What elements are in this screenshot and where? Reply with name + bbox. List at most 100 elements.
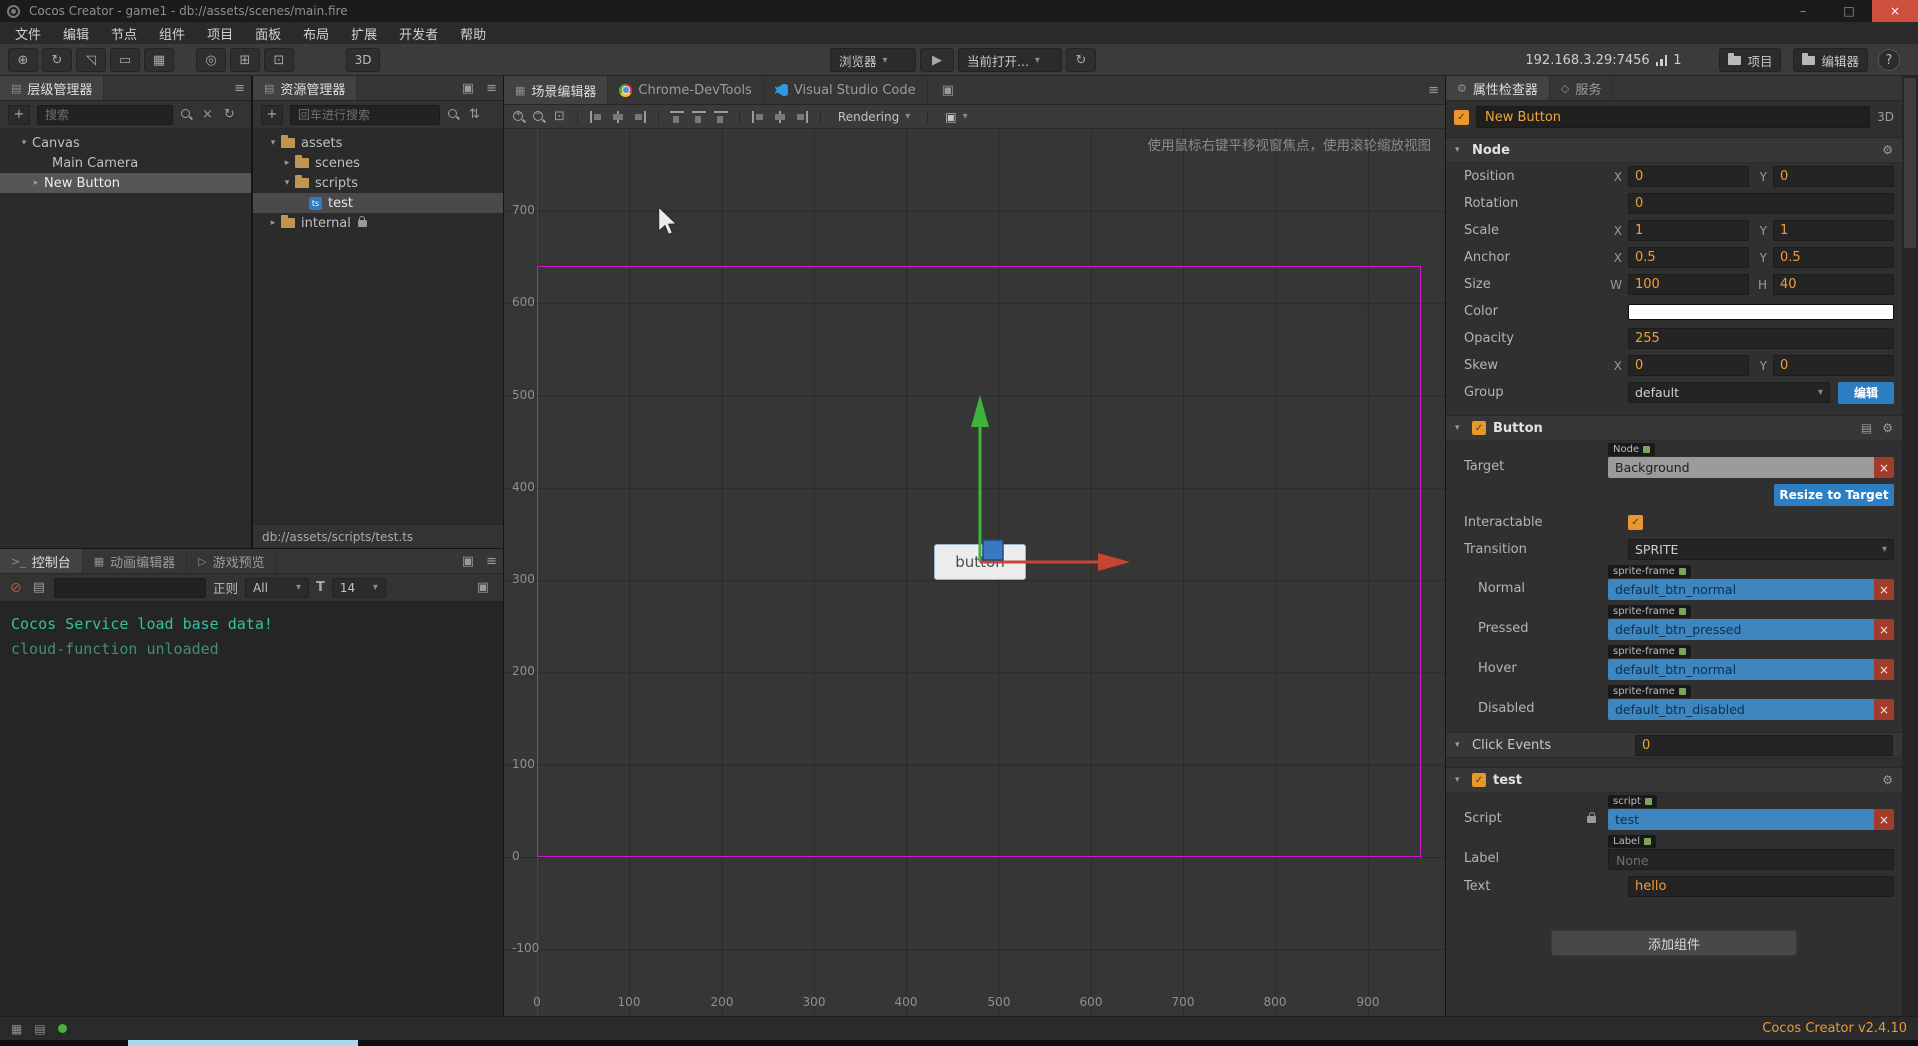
remove-sprite-button[interactable]: × [1874, 659, 1894, 680]
tab-hierarchy[interactable]: ▤ 层级管理器 [0, 76, 105, 100]
collapse-section-icon[interactable]: ▾ [1455, 423, 1465, 433]
hierarchy-search-input[interactable] [37, 104, 173, 125]
refresh-icon[interactable]: ↻ [222, 107, 237, 122]
collapse-section-icon[interactable]: ▾ [1455, 145, 1465, 155]
align-top-icon[interactable] [669, 110, 685, 124]
search-icon[interactable] [447, 108, 460, 121]
pressed-sprite-field[interactable]: default_btn_pressed [1608, 619, 1874, 640]
hierarchy-node-new-button[interactable]: ▸ New Button [0, 173, 251, 193]
collapse-section-icon[interactable]: ▾ [1455, 775, 1465, 785]
tab-animation-editor[interactable]: ▦ 动画编辑器 [83, 549, 188, 573]
opacity-input[interactable] [1628, 328, 1894, 349]
current-scene-dropdown[interactable]: 当前打开... ▾ [958, 48, 1062, 72]
size-w-input[interactable] [1628, 274, 1749, 295]
menu-extension[interactable]: 扩展 [340, 22, 388, 44]
test-enabled-checkbox[interactable]: ✓ [1472, 773, 1486, 787]
expand-arrow-icon[interactable]: ▾ [18, 138, 30, 148]
regex-toggle[interactable]: 正则 [213, 578, 238, 597]
hierarchy-node-main-camera[interactable]: Main Camera [0, 153, 251, 173]
gear-icon[interactable]: ⚙ [1882, 143, 1893, 157]
remove-target-button[interactable]: × [1874, 457, 1894, 478]
asset-folder-scenes[interactable]: ▸ scenes [253, 153, 503, 173]
play-button[interactable]: ▶ [920, 48, 954, 72]
expand-arrow-icon[interactable]: ▾ [281, 178, 293, 188]
clear-console-icon[interactable]: ⊘ [8, 580, 24, 596]
scene-viewport[interactable]: 使用鼠标右键平移视窗焦点，使用滚轮缩放视图 700 600 500 400 30… [504, 129, 1445, 1016]
console-toggle-icon[interactable]: ▦ [11, 1022, 22, 1036]
scrollbar-thumb[interactable] [1904, 78, 1916, 248]
open-editor-folder-button[interactable]: 编辑器 [1793, 48, 1868, 72]
rect-tool-button[interactable]: ▭ [110, 48, 140, 72]
position-x-input[interactable] [1628, 166, 1749, 187]
align-left-icon[interactable] [588, 110, 604, 124]
add-component-button[interactable]: 添加组件 [1551, 930, 1797, 956]
mode-3d-toggle[interactable]: 3D [346, 48, 380, 72]
hover-sprite-field[interactable]: default_btn_normal [1608, 659, 1874, 680]
tab-console[interactable]: >_ 控制台 [0, 549, 83, 573]
anchor-x-input[interactable] [1628, 247, 1749, 268]
tab-scene-editor[interactable]: ▦ 场景编辑器 [504, 76, 609, 104]
scale-y-input[interactable] [1773, 220, 1894, 241]
align-v-center-icon[interactable] [691, 110, 707, 124]
collapse-arrow-icon[interactable]: ▸ [281, 158, 293, 168]
console-output[interactable]: Cocos Service load base data! cloud-func… [0, 602, 503, 1016]
remove-script-button[interactable]: × [1874, 809, 1894, 830]
remove-sprite-button[interactable]: × [1874, 619, 1894, 640]
expand-arrow-icon[interactable]: ▾ [267, 138, 279, 148]
distribute-v-icon[interactable] [772, 110, 788, 124]
refresh-preview-button[interactable]: ↻ [1066, 48, 1096, 72]
click-events-count-input[interactable] [1635, 734, 1893, 756]
menu-help[interactable]: 帮助 [449, 22, 497, 44]
zoom-in-icon[interactable]: + [512, 109, 526, 124]
inspector-scrollbar[interactable] [1902, 76, 1918, 1016]
label-ref-field[interactable]: None [1608, 849, 1894, 870]
node-name-input[interactable] [1476, 106, 1871, 128]
tab-inspector[interactable]: ⚙ 属性检查器 [1446, 76, 1550, 100]
tab-chrome-devtools[interactable]: Chrome-DevTools [608, 76, 764, 104]
menu-developer[interactable]: 开发者 [388, 22, 449, 44]
asset-folder-assets[interactable]: ▾ assets [253, 133, 503, 153]
menu-file[interactable]: 文件 [4, 22, 52, 44]
menu-edit[interactable]: 编辑 [52, 22, 100, 44]
button-enabled-checkbox[interactable]: ✓ [1472, 421, 1486, 435]
tab-vscode[interactable]: Visual Studio Code [764, 76, 928, 104]
menu-layout[interactable]: 布局 [292, 22, 340, 44]
disabled-sprite-field[interactable]: default_btn_disabled [1608, 699, 1874, 720]
asset-file-test[interactable]: ts test [253, 193, 503, 213]
preview-target-dropdown[interactable]: 浏览器 ▾ [830, 48, 916, 72]
assets-search-input[interactable] [290, 104, 440, 125]
font-size-dropdown[interactable]: 14 ▾ [331, 577, 386, 598]
multi-tool-button[interactable]: ▦ [144, 48, 174, 72]
close-button[interactable]: × [1872, 0, 1918, 22]
open-log-file-icon[interactable]: ▤ [31, 580, 47, 595]
collapse-arrow-icon[interactable]: ▸ [30, 178, 42, 188]
node-active-checkbox[interactable]: ✓ [1454, 109, 1469, 125]
panel-menu-icon[interactable]: ≡ [1422, 83, 1445, 98]
panel-menu-icon[interactable]: ≡ [228, 81, 251, 96]
normal-sprite-field[interactable]: default_btn_normal [1608, 579, 1874, 600]
group-dropdown[interactable]: default ▾ [1628, 382, 1830, 403]
align-bottom-icon[interactable] [713, 110, 729, 124]
same-size-icon[interactable] [794, 110, 810, 124]
align-h-center-icon[interactable] [610, 110, 626, 124]
transition-dropdown[interactable]: SPRITE ▾ [1628, 539, 1894, 560]
hierarchy-node-canvas[interactable]: ▾ Canvas [0, 133, 251, 153]
sort-icon[interactable]: ⇅ [467, 107, 482, 122]
menu-project[interactable]: 项目 [196, 22, 244, 44]
log-level-dropdown[interactable]: All ▾ [245, 577, 310, 598]
camera-view-dropdown[interactable]: ▣ ▾ [938, 107, 974, 127]
asset-folder-scripts[interactable]: ▾ scripts [253, 173, 503, 193]
remove-sprite-button[interactable]: × [1874, 699, 1894, 720]
anchor-y-input[interactable] [1773, 247, 1894, 268]
search-icon[interactable] [180, 108, 193, 121]
snap-toggle-button[interactable]: ⊡ [264, 48, 294, 72]
target-node-field[interactable]: Background [1608, 457, 1874, 478]
create-node-button[interactable]: + [8, 104, 30, 125]
panel-layout-icon[interactable]: ▣ [471, 580, 495, 595]
resize-to-target-button[interactable]: Resize to Target [1774, 484, 1894, 506]
panel-menu-icon[interactable]: ≡ [480, 81, 503, 96]
tab-game-preview[interactable]: ▷ 游戏预览 [187, 549, 277, 573]
tab-services[interactable]: ◇ 服务 [1550, 76, 1614, 100]
tab-assets[interactable]: ▤ 资源管理器 [253, 76, 358, 100]
align-right-icon[interactable] [632, 110, 648, 124]
